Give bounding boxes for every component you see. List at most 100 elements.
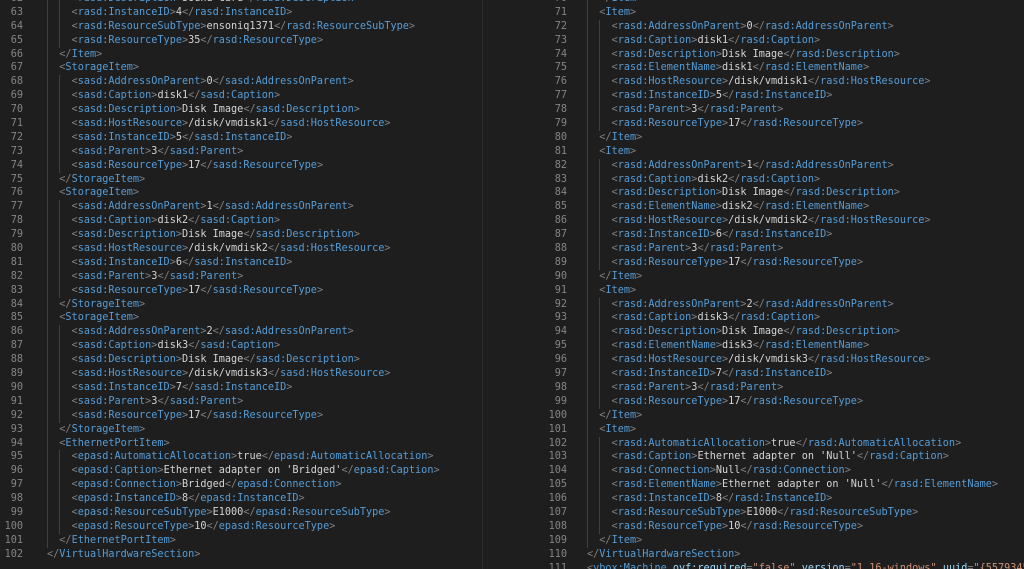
code-line[interactable]: 99 <epasd:ResourceSubType>E1000</epasd:R… bbox=[0, 505, 440, 520]
code-line[interactable]: 105 <rasd:ElementName>Ethernet adapter o… bbox=[540, 478, 1024, 493]
code-line[interactable]: 102 <rasd:AutomaticAllocation>true</rasd… bbox=[540, 436, 1024, 451]
code-line[interactable]: 95 <epasd:AutomaticAllocation>true</epas… bbox=[0, 450, 440, 465]
code-line[interactable]: 81 <Item> bbox=[540, 144, 1024, 159]
right-editor-pane[interactable]: 70 </Item>71 <Item>72 <rasd:AddressOnPar… bbox=[540, 0, 1024, 569]
code-line[interactable]: 74 <rasd:Description>Disk Image</rasd:De… bbox=[540, 47, 1024, 62]
code-line[interactable]: 106 <rasd:InstanceID>8</rasd:InstanceID> bbox=[540, 492, 1024, 506]
code-line[interactable]: 85 <rasd:ElementName>disk2</rasd:Element… bbox=[540, 200, 1024, 215]
code-line[interactable]: 73 <rasd:Caption>disk1</rasd:Caption> bbox=[540, 33, 1024, 48]
indent-guide bbox=[587, 47, 588, 62]
code-line[interactable]: 109 </Item> bbox=[540, 533, 1024, 548]
code-line[interactable]: 84 </StorageItem> bbox=[0, 297, 440, 312]
indent-guide bbox=[599, 255, 600, 270]
code-line[interactable]: 98 <rasd:Parent>3</rasd:Parent> bbox=[540, 380, 1024, 395]
code-line[interactable]: 78 <rasd:Parent>3</rasd:Parent> bbox=[540, 103, 1024, 118]
code-line[interactable]: 85 <StorageItem> bbox=[0, 311, 440, 326]
code-line[interactable]: 96 <epasd:Caption>Ethernet adapter on 'B… bbox=[0, 464, 440, 479]
code-line[interactable]: 75 </StorageItem> bbox=[0, 172, 440, 187]
code-line[interactable]: 68 <sasd:AddressOnParent>0</sasd:Address… bbox=[0, 75, 440, 90]
code-line[interactable]: 101 <Item> bbox=[540, 422, 1024, 437]
code-line[interactable]: 92 <rasd:AddressOnParent>2</rasd:Address… bbox=[540, 297, 1024, 312]
code-line[interactable]: 64 <rasd:ResourceSubType>ensoniq1371</ra… bbox=[0, 19, 440, 34]
code-line[interactable]: 82 <rasd:AddressOnParent>1</rasd:Address… bbox=[540, 158, 1024, 173]
code-line[interactable]: 69 <sasd:Caption>disk1</sasd:Caption> bbox=[0, 89, 440, 104]
code-line[interactable]: 87 <rasd:InstanceID>6</rasd:InstanceID> bbox=[540, 228, 1024, 243]
code-line[interactable]: 90 </Item> bbox=[540, 269, 1024, 284]
code-line[interactable]: 89 <rasd:ResourceType>17</rasd:ResourceT… bbox=[540, 255, 1024, 270]
code-line[interactable]: 74 <sasd:ResourceType>17</sasd:ResourceT… bbox=[0, 158, 440, 173]
code-line[interactable]: 75 <rasd:ElementName>disk1</rasd:Element… bbox=[540, 61, 1024, 76]
code-line[interactable]: 104 <rasd:Connection>Null</rasd:Connecti… bbox=[540, 464, 1024, 479]
code-line[interactable]: 88 <sasd:Description>Disk Image</sasd:De… bbox=[0, 353, 440, 368]
code-line[interactable]: 89 <sasd:HostResource>/disk/vmdisk3</sas… bbox=[0, 367, 440, 381]
code-line[interactable]: 87 <sasd:Caption>disk3</sasd:Caption> bbox=[0, 339, 440, 354]
code-line[interactable]: 65 <rasd:ResourceType>35</rasd:ResourceT… bbox=[0, 33, 440, 48]
code-line[interactable]: 63 <rasd:InstanceID>4</rasd:InstanceID> bbox=[0, 5, 440, 20]
code-text: <epasd:Caption>Ethernet adapter on 'Brid… bbox=[47, 464, 440, 479]
code-line[interactable]: 78 <sasd:Caption>disk2</sasd:Caption> bbox=[0, 214, 440, 229]
code-line[interactable]: 86 <sasd:AddressOnParent>2</sasd:Address… bbox=[0, 325, 440, 340]
code-line[interactable]: 100 <epasd:ResourceType>10</epasd:Resour… bbox=[0, 519, 440, 534]
code-line[interactable]: 76 <StorageItem> bbox=[0, 186, 440, 201]
code-line[interactable]: 66 </Item> bbox=[0, 47, 440, 62]
code-line[interactable]: 84 <rasd:Description>Disk Image</rasd:De… bbox=[540, 186, 1024, 201]
xml-punct: > bbox=[286, 131, 293, 143]
code-line[interactable]: 79 <rasd:ResourceType>17</rasd:ResourceT… bbox=[540, 117, 1024, 131]
code-line[interactable]: 86 <rasd:HostResource>/disk/vmdisk2</ras… bbox=[540, 214, 1024, 229]
code-line[interactable]: 71 <Item> bbox=[540, 5, 1024, 20]
code-line[interactable]: 90 <sasd:InstanceID>7</sasd:InstanceID> bbox=[0, 380, 440, 395]
code-line[interactable]: 71 <sasd:HostResource>/disk/vmdisk1</sas… bbox=[0, 117, 440, 131]
code-line[interactable]: 67 <StorageItem> bbox=[0, 61, 440, 76]
code-line[interactable]: 110 </VirtualHardwareSection> bbox=[540, 548, 1024, 562]
code-line[interactable]: 80 </Item> bbox=[540, 130, 1024, 145]
indent-guide bbox=[599, 464, 600, 479]
code-line[interactable]: 88 <rasd:Parent>3</rasd:Parent> bbox=[540, 242, 1024, 256]
code-line[interactable]: 108 <rasd:ResourceType>10</rasd:Resource… bbox=[540, 519, 1024, 534]
code-line[interactable]: 79 <sasd:Description>Disk Image</sasd:De… bbox=[0, 228, 440, 243]
code-line[interactable]: 91 <Item> bbox=[540, 283, 1024, 298]
code-line[interactable]: 70 <sasd:Description>Disk Image</sasd:De… bbox=[0, 103, 440, 118]
code-line[interactable]: 91 <sasd:Parent>3</sasd:Parent> bbox=[0, 394, 440, 409]
code-line[interactable]: 98 <epasd:InstanceID>8</epasd:InstanceID… bbox=[0, 492, 440, 506]
indent-guide bbox=[599, 47, 600, 62]
code-line[interactable]: 80 <sasd:HostResource>/disk/vmdisk2</sas… bbox=[0, 242, 440, 256]
code-line[interactable]: 103 <rasd:Caption>Ethernet adapter on 'N… bbox=[540, 450, 1024, 465]
code-line[interactable]: 93 <rasd:Caption>disk3</rasd:Caption> bbox=[540, 311, 1024, 326]
xml-attr-name: version bbox=[801, 562, 845, 569]
code-line[interactable]: 93 </StorageItem> bbox=[0, 422, 440, 437]
xml-punct: > bbox=[427, 451, 434, 463]
code-line[interactable]: 99 <rasd:ResourceType>17</rasd:ResourceT… bbox=[540, 394, 1024, 409]
code-line[interactable]: 72 <sasd:InstanceID>5</sasd:InstanceID> bbox=[0, 130, 440, 145]
code-line[interactable]: 83 <rasd:Caption>disk2</rasd:Caption> bbox=[540, 172, 1024, 187]
code-line[interactable]: 95 <rasd:ElementName>disk3</rasd:Element… bbox=[540, 339, 1024, 354]
code-line[interactable]: 81 <sasd:InstanceID>6</sasd:InstanceID> bbox=[0, 255, 440, 270]
code-line[interactable]: 77 <sasd:AddressOnParent>1</sasd:Address… bbox=[0, 200, 440, 215]
indent-guide bbox=[59, 5, 60, 20]
xml-punct: </ bbox=[599, 0, 611, 4]
left-editor-pane[interactable]: 62 <rasd:Description>Sound Card</rasd:De… bbox=[0, 0, 480, 569]
code-line[interactable]: 111 <vbox:Machine ovf:required="false" ve… bbox=[540, 562, 1024, 569]
code-line[interactable]: 92 <sasd:ResourceType>17</sasd:ResourceT… bbox=[0, 408, 440, 423]
code-text: <rasd:ResourceType>35</rasd:ResourceType… bbox=[47, 33, 323, 48]
code-line[interactable]: 83 <sasd:ResourceType>17</sasd:ResourceT… bbox=[0, 283, 440, 298]
code-line[interactable]: 76 <rasd:HostResource>/disk/vmdisk1</ras… bbox=[540, 75, 1024, 90]
code-line[interactable]: 101 </EthernetPortItem> bbox=[0, 533, 440, 548]
code-line[interactable]: 100 </Item> bbox=[540, 408, 1024, 423]
indent-guide bbox=[587, 311, 588, 326]
code-line[interactable]: 96 <rasd:HostResource>/disk/vmdisk3</ras… bbox=[540, 353, 1024, 368]
code-line[interactable]: 107 <rasd:ResourceSubType>E1000</rasd:Re… bbox=[540, 505, 1024, 520]
code-line[interactable]: 94 <EthernetPortItem> bbox=[0, 436, 440, 451]
pane-divider[interactable] bbox=[482, 0, 483, 569]
code-line[interactable]: 94 <rasd:Description>Disk Image</rasd:De… bbox=[540, 325, 1024, 340]
code-line[interactable]: 97 <epasd:Connection>Bridged</epasd:Conn… bbox=[0, 478, 440, 493]
code-line[interactable]: 73 <sasd:Parent>3</sasd:Parent> bbox=[0, 144, 440, 159]
code-line[interactable]: 97 <rasd:InstanceID>7</rasd:InstanceID> bbox=[540, 367, 1024, 381]
line-number: 67 bbox=[10, 62, 23, 74]
xml-punct: > bbox=[863, 62, 870, 74]
indent-guide bbox=[587, 283, 588, 298]
code-line[interactable]: 82 <sasd:Parent>3</sasd:Parent> bbox=[0, 269, 440, 284]
code-line[interactable]: 102 </VirtualHardwareSection> bbox=[0, 548, 440, 562]
code-line[interactable]: 77 <rasd:InstanceID>5</rasd:InstanceID> bbox=[540, 89, 1024, 104]
line-number: 72 bbox=[10, 131, 23, 143]
code-line[interactable]: 72 <rasd:AddressOnParent>0</rasd:Address… bbox=[540, 19, 1024, 34]
